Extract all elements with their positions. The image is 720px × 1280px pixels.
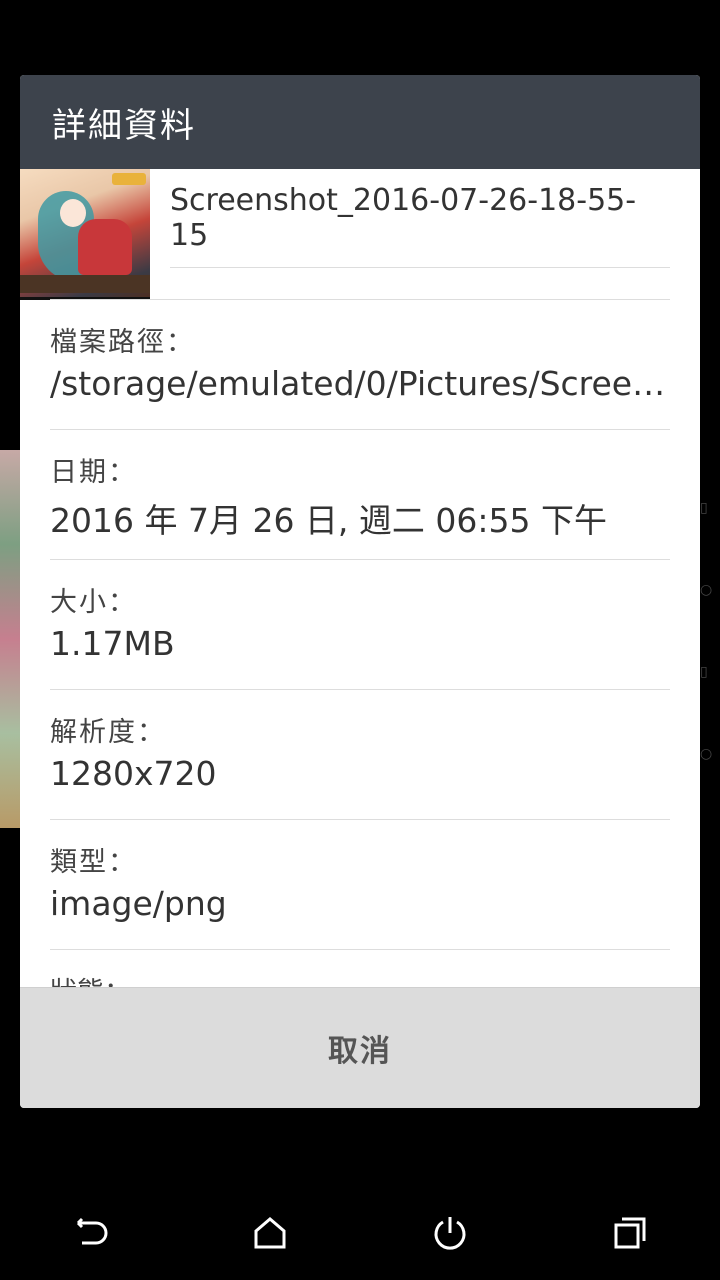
detail-status-partial: 狀態： bbox=[50, 950, 670, 988]
detail-label: 類型： bbox=[50, 847, 137, 878]
details-list[interactable]: 檔案路徑： /storage/emulated/0/Pictures/Scree… bbox=[20, 300, 700, 988]
background-icon: ○ bbox=[700, 582, 713, 598]
back-icon[interactable] bbox=[60, 1203, 120, 1263]
detail-date: 日期： 2016 年 7月 26 日, 週二 06:55 下午 bbox=[50, 430, 670, 560]
image-thumbnail bbox=[20, 169, 150, 300]
file-name-field: Screenshot_2016-07-26-18-55-15 bbox=[170, 169, 670, 268]
background-image-edge bbox=[0, 450, 20, 828]
detail-size: 大小： 1.17MB bbox=[50, 560, 670, 690]
detail-file-path: 檔案路徑： /storage/emulated/0/Pictures/Scree… bbox=[50, 300, 670, 430]
detail-label: 日期： bbox=[50, 457, 137, 488]
detail-value: 1.17MB bbox=[50, 624, 175, 663]
detail-value: image/png bbox=[50, 884, 227, 923]
background-icon: ○ bbox=[700, 746, 713, 762]
detail-label: 解析度： bbox=[50, 717, 166, 748]
detail-label: 檔案路徑： bbox=[50, 327, 195, 358]
file-name: Screenshot_2016-07-26-18-55-15 bbox=[170, 183, 637, 253]
background-icon: ▯ bbox=[700, 664, 708, 680]
background-side-icons: ▯ ○ ▯ ○ bbox=[700, 500, 716, 828]
background-icon: ▯ bbox=[700, 500, 708, 516]
home-icon[interactable] bbox=[240, 1203, 300, 1263]
detail-resolution: 解析度： 1280x720 bbox=[50, 690, 670, 820]
detail-label: 大小： bbox=[50, 587, 137, 618]
detail-value: 2016 年 7月 26 日, 週二 06:55 下午 bbox=[50, 501, 607, 540]
navigation-bar bbox=[0, 1185, 720, 1280]
power-icon[interactable] bbox=[420, 1203, 480, 1263]
dialog-title: 詳細資料 bbox=[52, 105, 196, 146]
detail-value: 1280x720 bbox=[50, 754, 217, 793]
dialog-footer: 取消 bbox=[20, 987, 700, 1108]
details-dialog: 詳細資料 Screenshot_2016-07-26-18-55-15 檔案路徑… bbox=[20, 75, 700, 1108]
detail-value: /storage/emulated/0/Pictures/Screens… bbox=[50, 364, 670, 403]
dialog-header: 詳細資料 bbox=[20, 75, 700, 169]
recents-icon[interactable] bbox=[600, 1203, 660, 1263]
detail-type: 類型： image/png bbox=[50, 820, 670, 950]
cancel-button[interactable]: 取消 bbox=[328, 1026, 392, 1070]
file-row: Screenshot_2016-07-26-18-55-15 bbox=[20, 169, 700, 300]
